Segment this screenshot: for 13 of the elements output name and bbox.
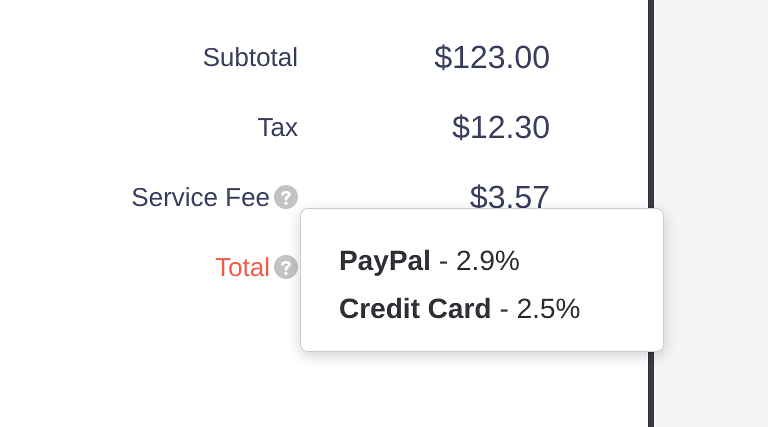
help-icon[interactable] bbox=[274, 185, 298, 209]
summary-value: $12.30 bbox=[452, 109, 550, 145]
payment-method: PayPal bbox=[339, 244, 431, 278]
summary-value: $123.00 bbox=[434, 39, 550, 75]
summary-label: Service Fee bbox=[131, 180, 270, 214]
summary-label: Tax bbox=[258, 110, 298, 144]
help-icon[interactable] bbox=[274, 255, 298, 279]
summary-value: $3.57 bbox=[470, 179, 550, 215]
fee-rate: - 2.5% bbox=[499, 292, 580, 326]
fee-rate: - 2.9% bbox=[438, 244, 520, 278]
summary-label: Subtotal bbox=[202, 40, 298, 74]
summary-label: Total bbox=[215, 250, 270, 284]
payment-method: Credit Card bbox=[339, 292, 492, 326]
